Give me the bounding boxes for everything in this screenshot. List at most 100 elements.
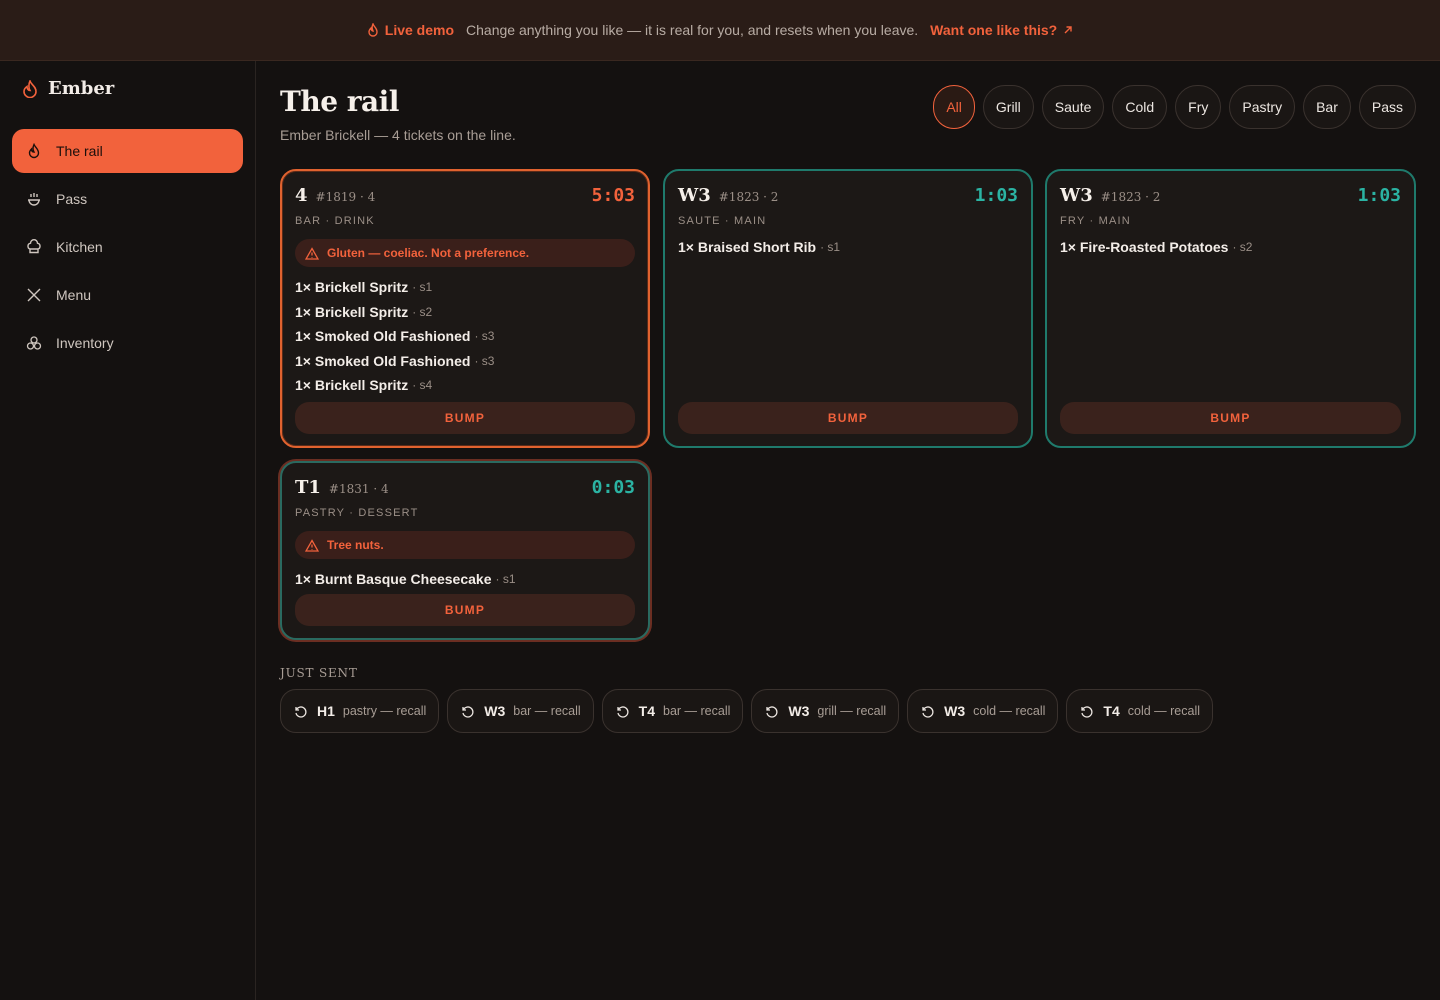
sidebar-item-label: Pass bbox=[56, 191, 88, 207]
ticket-items: 1× Brickell Spritz · s1 1× Brickell Sprit… bbox=[295, 275, 635, 398]
item-seat: · s2 bbox=[412, 304, 433, 319]
ticket-card[interactable]: W3 #1823 · 2 1:03 SAUTE · MAIN 1× Braise… bbox=[663, 169, 1033, 448]
ticket-number: #1831 · 4 bbox=[328, 482, 389, 496]
ticket-item: 1× Smoked Old Fashioned · s3 bbox=[295, 349, 635, 374]
brand[interactable]: Ember bbox=[22, 78, 114, 99]
filter-cold[interactable]: Cold bbox=[1112, 85, 1168, 129]
ticket-items: 1× Burnt Basque Cheesecake · s1 bbox=[295, 567, 635, 592]
ticket-timer: 1:03 bbox=[1357, 185, 1401, 206]
recall-button[interactable]: T4 cold — recall bbox=[1066, 689, 1213, 733]
item-seat: · s1 bbox=[495, 572, 516, 587]
warning-icon bbox=[305, 538, 319, 552]
sidebar: Ember The rail Pass Kitchen Menu Invento… bbox=[0, 61, 256, 1000]
recall-table: W3 bbox=[788, 703, 810, 719]
hand-plate-icon bbox=[28, 193, 40, 206]
recall-button[interactable]: W3 grill — recall bbox=[751, 689, 900, 733]
flame-icon bbox=[23, 79, 37, 98]
ticket-items: 1× Braised Short Rib · s1 bbox=[678, 235, 1018, 260]
item-name: 1× Burnt Basque Cheesecake bbox=[295, 571, 492, 588]
bump-button[interactable]: BUMP bbox=[295, 402, 635, 434]
recall-action: cold — recall bbox=[973, 704, 1046, 718]
ticket-timer: 5:03 bbox=[591, 185, 635, 206]
filter-fry[interactable]: Fry bbox=[1175, 85, 1222, 129]
sidebar-item-label: The rail bbox=[56, 143, 103, 159]
ticket-timer: 1:03 bbox=[974, 185, 1018, 206]
ticket-station: BAR · DRINK bbox=[295, 215, 375, 227]
utensils-icon bbox=[27, 288, 41, 302]
recall-table: T4 bbox=[638, 703, 655, 719]
filter-pass[interactable]: Pass bbox=[1358, 85, 1416, 129]
ticket-card[interactable]: T1 #1831 · 4 0:03 PASTRY · DESSERT Tree … bbox=[280, 461, 650, 640]
recall-button[interactable]: T4 bar — recall bbox=[601, 689, 744, 733]
just-sent-list: H1 pastry — recall W3 bar — recall T4 ba… bbox=[280, 689, 1213, 733]
item-name: 1× Brickell Spritz bbox=[295, 279, 409, 296]
ticket-card[interactable]: W3 #1823 · 2 1:03 FRY · MAIN 1× Fire-Roa… bbox=[1045, 169, 1416, 448]
bump-button[interactable]: BUMP bbox=[678, 402, 1018, 434]
brand-name: Ember bbox=[48, 78, 115, 99]
undo-icon bbox=[617, 706, 629, 718]
live-demo-label: Live demo bbox=[384, 22, 455, 38]
ticket-item: 1× Braised Short Rib · s1 bbox=[678, 235, 1018, 260]
allergy-alert: Gluten — coeliac. Not a preference. bbox=[295, 239, 635, 267]
flame-icon bbox=[368, 23, 378, 37]
undo-icon bbox=[1081, 706, 1093, 718]
allergy-text: Gluten — coeliac. Not a preference. bbox=[327, 246, 530, 260]
recall-action: pastry — recall bbox=[342, 704, 427, 718]
sidebar-item-kitchen[interactable]: Kitchen bbox=[12, 225, 243, 269]
want-one-link[interactable]: Want one like this? bbox=[930, 22, 1073, 38]
recall-table: H1 bbox=[317, 703, 335, 719]
just-sent-heading: JUST SENT bbox=[280, 666, 358, 680]
ticket-station: PASTRY · DESSERT bbox=[295, 507, 419, 519]
ticket-item: 1× Burnt Basque Cheesecake · s1 bbox=[295, 567, 635, 592]
recall-table: W3 bbox=[944, 703, 966, 719]
arrow-up-right-icon bbox=[1064, 26, 1072, 34]
undo-icon bbox=[295, 706, 307, 718]
page-title: The rail bbox=[280, 85, 399, 118]
allergy-alert: Tree nuts. bbox=[295, 531, 635, 559]
ticket-number: #1823 · 2 bbox=[718, 190, 779, 204]
sidebar-item-menu[interactable]: Menu bbox=[12, 273, 243, 317]
item-name: 1× Fire-Roasted Potatoes bbox=[1060, 239, 1229, 256]
sidebar-item-pass[interactable]: Pass bbox=[12, 177, 243, 221]
sidebar-item-the-rail[interactable]: The rail bbox=[12, 129, 243, 173]
station-filters: All Grill Saute Cold Fry Pastry Bar Pass bbox=[933, 85, 1416, 129]
ticket-number: #1823 · 2 bbox=[1100, 190, 1161, 204]
ticket-item: 1× Brickell Spritz · s1 bbox=[295, 275, 635, 300]
warning-icon bbox=[305, 246, 319, 260]
recall-button[interactable]: H1 pastry — recall bbox=[280, 689, 440, 733]
demo-banner: Live demo Change anything you like — it … bbox=[0, 0, 1440, 61]
sidebar-item-inventory[interactable]: Inventory bbox=[12, 321, 243, 365]
allergy-text: Tree nuts. bbox=[327, 538, 384, 552]
recall-button[interactable]: W3 cold — recall bbox=[907, 689, 1059, 733]
flame-icon bbox=[28, 143, 40, 159]
ticket-station: SAUTE · MAIN bbox=[678, 215, 767, 227]
filter-all[interactable]: All bbox=[933, 85, 975, 129]
want-one-label: Want one like this? bbox=[930, 22, 1058, 38]
ticket-card[interactable]: 4 #1819 · 4 5:03 BAR · DRINK Gluten — co… bbox=[280, 169, 650, 448]
filter-bar[interactable]: Bar bbox=[1303, 85, 1351, 129]
filter-saute[interactable]: Saute bbox=[1041, 85, 1105, 129]
sidebar-item-label: Menu bbox=[56, 287, 92, 303]
undo-icon bbox=[766, 706, 778, 718]
recall-action: cold — recall bbox=[1127, 704, 1200, 718]
ticket-station: FRY · MAIN bbox=[1060, 215, 1131, 227]
ticket-table: W3 bbox=[678, 185, 711, 206]
recall-action: bar — recall bbox=[663, 704, 731, 718]
ticket-table: W3 bbox=[1060, 185, 1093, 206]
ticket-number: #1819 · 4 bbox=[315, 190, 376, 204]
item-seat: · s3 bbox=[474, 353, 495, 368]
ticket-table: 4 bbox=[295, 185, 308, 206]
bump-button[interactable]: BUMP bbox=[295, 594, 635, 626]
ticket-item: 1× Brickell Spritz · s2 bbox=[295, 300, 635, 325]
item-name: 1× Brickell Spritz bbox=[295, 377, 409, 394]
filter-pastry[interactable]: Pastry bbox=[1229, 85, 1296, 129]
ticket-timer: 0:03 bbox=[591, 477, 635, 498]
recall-button[interactable]: W3 bar — recall bbox=[447, 689, 594, 733]
undo-icon bbox=[462, 706, 474, 718]
filter-grill[interactable]: Grill bbox=[982, 85, 1034, 129]
bump-button[interactable]: BUMP bbox=[1060, 402, 1401, 434]
ticket-items: 1× Fire-Roasted Potatoes · s2 bbox=[1060, 235, 1401, 260]
item-seat: · s4 bbox=[412, 378, 433, 393]
item-name: 1× Smoked Old Fashioned bbox=[295, 352, 471, 369]
recall-table: W3 bbox=[484, 703, 506, 719]
